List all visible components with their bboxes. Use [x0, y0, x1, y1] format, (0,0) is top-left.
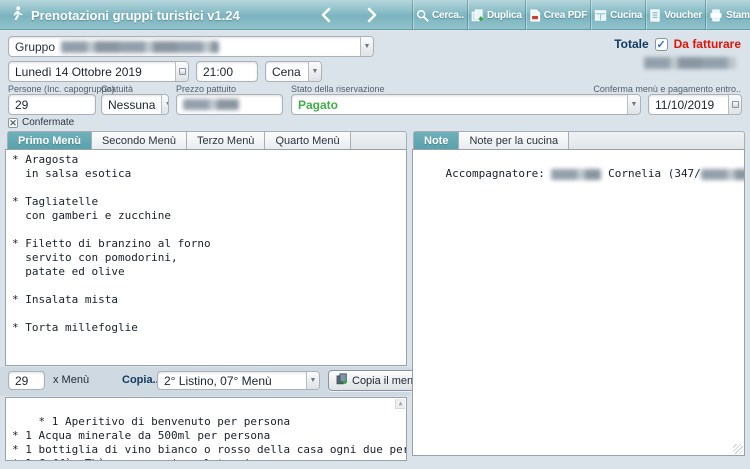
da-fatturare-label: Da fatturare — [674, 37, 741, 51]
record-navigation — [320, 0, 378, 30]
toolbar-buttons: Cerca.. Duplica Crea PDF Cucina Voucher … — [412, 0, 747, 30]
next-record-button[interactable] — [367, 7, 378, 23]
menu-count-field[interactable]: 29 — [8, 371, 45, 390]
tab-quarto-menu[interactable]: Quarto Menù — [265, 132, 350, 150]
gratuita-dropdown-button[interactable]: ▼ — [161, 95, 169, 114]
note-middle: Cornelia (347/ — [601, 167, 700, 180]
note-tabbar: Note Note per la cucina — [413, 131, 745, 150]
gratuita-combo-field[interactable]: Nessuna ▼ — [101, 94, 169, 115]
persone-field[interactable]: 29 — [8, 94, 96, 115]
duplicate-button[interactable]: Duplica — [467, 0, 525, 30]
gratuita-label: Gratuità — [101, 84, 133, 94]
voucher-icon — [649, 9, 661, 22]
stato-dropdown-button[interactable]: ▼ — [627, 95, 640, 114]
menu-tabbar-filler — [351, 132, 406, 150]
meal-combo-field[interactable]: Cena ▼ — [265, 61, 322, 82]
time-field[interactable]: 21:00 — [196, 61, 258, 82]
print-button[interactable]: Stampa — [705, 0, 750, 30]
search-button[interactable]: Cerca.. — [412, 0, 467, 30]
redacted-price — [183, 99, 239, 110]
stato-combo-field[interactable]: Pagato ▼ — [291, 94, 641, 115]
extras-textarea[interactable]: * 1 Aperitivo di benvenuto per persona *… — [5, 397, 407, 461]
previous-record-button[interactable] — [320, 7, 331, 23]
redacted-group-name — [61, 41, 219, 53]
conferma-date-field[interactable]: 11/10/2019 — [648, 94, 742, 115]
da-fatturare-checkbox[interactable]: ✓ — [655, 38, 668, 51]
toolbar: Prenotazioni gruppi turistici v1.24 Cerc… — [0, 0, 750, 30]
copia-label: Copia.. — [122, 374, 159, 386]
group-combo-field[interactable]: Gruppo ▼ — [8, 36, 374, 57]
status-paid-value: Pagato — [292, 98, 344, 112]
confermate-checkbox[interactable]: ✕ — [8, 118, 18, 128]
copy-source-combo[interactable]: 2° Listino, 07° Menù ▼ — [157, 371, 320, 390]
conferma-label: Conferma menù e pagamento entro.. — [593, 84, 741, 94]
meal-dropdown-button[interactable]: ▼ — [308, 62, 321, 81]
note-prefix: Accompagnatore: — [446, 167, 552, 180]
persone-label: Persone (Inc. capogruppo) — [8, 84, 115, 94]
resize-grip-icon[interactable] — [733, 444, 743, 454]
prezzo-field[interactable] — [176, 94, 283, 115]
printer-icon — [709, 9, 723, 22]
tab-primo-menu[interactable]: Primo Menù — [8, 132, 92, 150]
kitchen-grid-icon — [594, 9, 607, 22]
date-picker-button[interactable] — [175, 62, 188, 81]
confermate-label: Confermate — [22, 117, 74, 128]
tab-note[interactable]: Note — [414, 132, 459, 150]
group-field-label: Gruppo — [9, 40, 57, 54]
scrollbar-up-arrow-icon[interactable]: ▲ — [395, 399, 405, 409]
menu-tabbar: Primo Menù Secondo Menù Terzo Menù Quart… — [7, 131, 407, 150]
redacted-total-amount — [644, 57, 736, 69]
stato-label: Stato della riservazione — [291, 84, 385, 94]
x-menu-label: x Menù — [53, 374, 89, 386]
copy-source-dropdown-button[interactable]: ▼ — [306, 372, 319, 389]
kitchen-button[interactable]: Cucina — [590, 0, 645, 30]
redacted-contact-name — [551, 169, 601, 180]
pdf-icon — [529, 9, 541, 22]
tab-note-cucina[interactable]: Note per la cucina — [459, 132, 569, 150]
tab-secondo-menu[interactable]: Secondo Menù — [92, 132, 187, 150]
totale-label: Totale — [614, 37, 648, 51]
voucher-button[interactable]: Voucher — [645, 0, 705, 30]
conferma-date-picker-button[interactable] — [728, 95, 741, 114]
search-icon — [416, 9, 429, 22]
copy-menu-icon — [336, 373, 348, 388]
app-window: Prenotazioni gruppi turistici v1.24 Cerc… — [0, 0, 750, 469]
app-title-block: Prenotazioni gruppi turistici v1.24 — [11, 0, 240, 30]
person-icon — [11, 6, 24, 24]
tab-terzo-menu[interactable]: Terzo Menù — [187, 132, 265, 150]
create-pdf-button[interactable]: Crea PDF — [525, 0, 590, 30]
redacted-phone-number — [701, 169, 745, 180]
app-title: Prenotazioni gruppi turistici v1.24 — [31, 8, 240, 23]
confermate-row: ✕ Confermate — [8, 117, 74, 128]
date-field[interactable]: Lunedì 14 Ottobre 2019 — [8, 61, 189, 82]
billing-row: Totale ✓ Da fatturare — [614, 37, 741, 51]
duplicate-icon — [471, 9, 484, 22]
prezzo-label: Prezzo pattuito — [176, 84, 236, 94]
note-textarea[interactable]: Accompagnatore: Cornelia (347/) — [412, 149, 745, 456]
note-tabbar-filler — [569, 132, 744, 150]
menu-textarea[interactable]: * Aragosta in salsa esotica * Tagliatell… — [5, 149, 407, 366]
group-dropdown-button[interactable]: ▼ — [360, 37, 373, 56]
